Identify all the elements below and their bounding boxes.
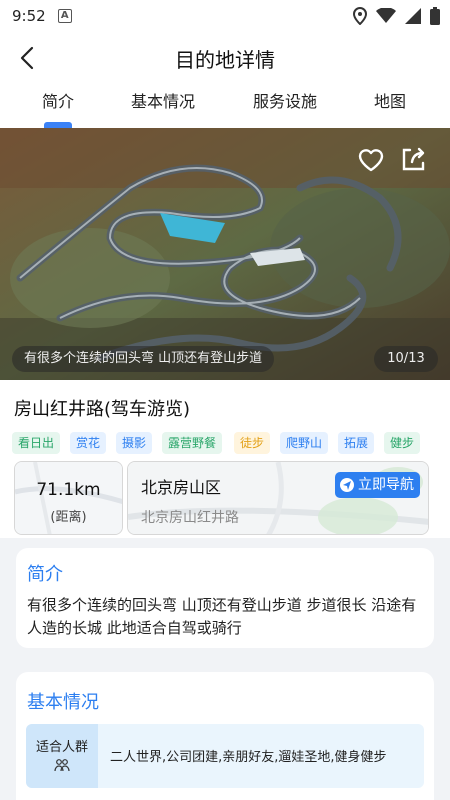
place-name: 房山红井路(驾车游览) — [14, 399, 191, 420]
heart-outline-icon — [358, 149, 384, 172]
intro-title: 简介 — [27, 564, 63, 585]
battery-icon — [430, 7, 440, 25]
tag: 拓展 — [338, 432, 375, 454]
tag: 爬野山 — [280, 432, 329, 454]
location-address: 北京房山红井路 — [141, 510, 239, 526]
distance-label: (距离) — [50, 510, 87, 525]
status-icons — [353, 7, 440, 25]
intro-card: 简介 有很多个连续的回头弯 山顶还有登山步道 步道很长 沿途有人造的长城 此地适… — [16, 548, 434, 648]
tag: 露营野餐 — [162, 432, 223, 454]
tag: 看日出 — [12, 432, 61, 454]
status-time: 9:52 — [12, 7, 46, 25]
basic-info-row: 适合人群 二人世界,公司团建,亲朋好友,遛娃圣地,健身健步 — [26, 724, 424, 788]
tab-intro[interactable]: 简介 — [42, 88, 74, 112]
status-bar: 9:52 A — [0, 0, 450, 32]
basic-info-card: 基本情况 适合人群 二人世界,公司团建,亲朋好友,遛娃圣地,健身健步 — [16, 672, 434, 800]
people-icon — [54, 759, 70, 772]
navigate-label: 立即导航 — [358, 477, 414, 493]
favorite-button[interactable] — [356, 144, 386, 174]
image-counter: 10/13 — [374, 346, 438, 372]
share-button[interactable] — [398, 144, 428, 174]
basic-info-label-cell: 适合人群 — [26, 724, 98, 788]
tag: 摄影 — [116, 432, 153, 454]
navigation-icon — [340, 478, 354, 492]
tag: 徒步 — [234, 432, 271, 454]
share-icon — [402, 147, 425, 171]
basic-info-label: 适合人群 — [35, 740, 88, 755]
distance-card: 71.1km (距离) — [14, 461, 123, 535]
wifi-icon — [376, 8, 396, 23]
location-city: 北京房山区 — [141, 478, 222, 497]
tag: 赏花 — [70, 432, 107, 454]
basic-info-title: 基本情况 — [27, 692, 99, 713]
intro-text: 有很多个连续的回头弯 山顶还有登山步道 步道很长 沿途有人造的长城 此地适合自驾… — [27, 596, 417, 637]
distance-value: 71.1km — [36, 480, 101, 500]
signal-icon — [405, 8, 421, 24]
tab-basic-info[interactable]: 基本情况 — [131, 88, 195, 112]
hero-image[interactable]: 有很多个连续的回头弯 山顶还有登山步道 10/13 — [0, 128, 450, 380]
image-caption: 有很多个连续的回头弯 山顶还有登山步道 — [12, 346, 275, 372]
basic-info-value: 二人世界,公司团建,亲朋好友,遛娃圣地,健身健步 — [110, 750, 387, 765]
tab-bar: 简介 基本情况 服务设施 地图 — [0, 84, 450, 128]
notification-badge: A — [57, 9, 72, 23]
tag-list: 看日出 赏花 摄影 露营野餐 徒步 爬野山 拓展 健步 — [12, 432, 442, 454]
location-card[interactable]: 北京房山区 北京房山红井路 立即导航 — [127, 461, 429, 535]
page-title: 目的地详情 — [175, 48, 275, 72]
navigate-button[interactable]: 立即导航 — [335, 472, 420, 498]
tab-map[interactable]: 地图 — [374, 88, 406, 112]
location-icon — [353, 7, 367, 25]
tab-facilities[interactable]: 服务设施 — [253, 88, 317, 112]
tag: 健步 — [384, 432, 421, 454]
header: 目的地详情 — [0, 36, 450, 80]
